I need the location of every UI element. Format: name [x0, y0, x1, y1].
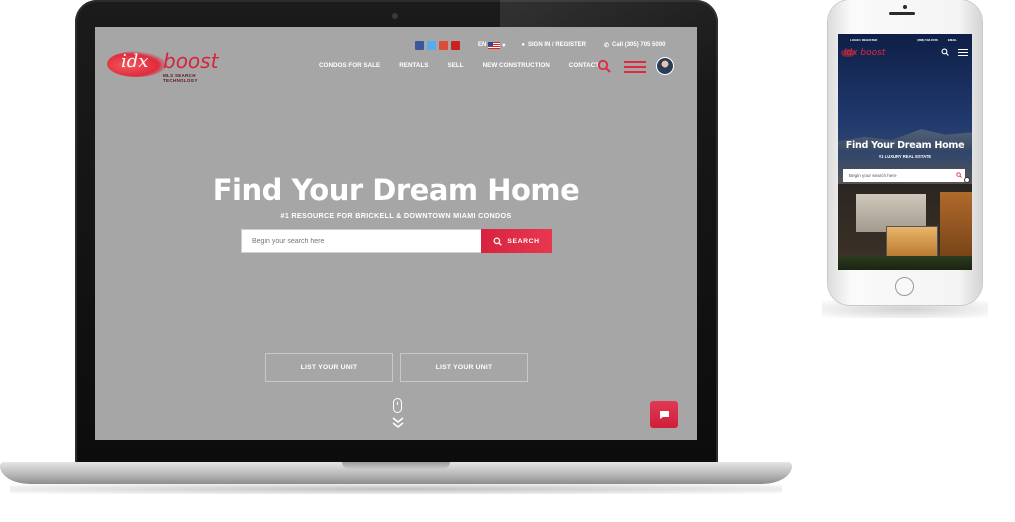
phone-label: Call (305) 705 5000 — [612, 42, 666, 48]
laptop-shadow — [10, 484, 782, 494]
us-flag-icon — [488, 41, 501, 49]
phone-icon: ✆ — [604, 42, 610, 49]
device-mockup-stage: idx boost MLS SEARCH TECHNOLOGY EN ▾ ● S… — [0, 0, 1015, 522]
nav-item-new-construction[interactable]: NEW CONSTRUCTION — [483, 62, 550, 69]
phone-link[interactable]: ✆ Call (305) 705 5000 — [604, 42, 665, 49]
search-icon — [956, 172, 962, 178]
nav-item-condos-for-sale[interactable]: CONDOS FOR SALE — [319, 62, 380, 69]
search-icon — [493, 237, 503, 246]
sign-in-label: SIGN IN / REGISTER — [527, 42, 586, 48]
menu-icon[interactable] — [624, 61, 646, 73]
scroll-mouse-icon — [393, 398, 402, 413]
nav-item-contact[interactable]: CONTACT — [569, 62, 599, 69]
search-input-wrapper — [241, 229, 482, 253]
laptop-notch — [342, 462, 450, 469]
mobile-email-link[interactable]: EMAIL — [948, 38, 957, 42]
phone-screen: LOGIN / REGISTER (888) 533.8738 EMAIL id… — [838, 34, 972, 270]
house-lawn — [838, 256, 972, 270]
chat-button[interactable] — [650, 401, 678, 428]
mobile-search-placeholder: Begin your search here — [849, 173, 897, 178]
top-utility-bar: EN ▾ ● SIGN IN / REGISTER ✆ Call (305) 7… — [415, 39, 665, 51]
hero-title: Find Your Dream Home — [212, 173, 580, 207]
list-your-unit-button[interactable]: LIST YOUR UNIT — [265, 353, 393, 382]
scroll-down-icon[interactable] — [391, 416, 405, 430]
chat-icon — [659, 410, 669, 419]
phone-speaker — [889, 12, 915, 15]
nav-item-rentals[interactable]: RENTALS — [399, 62, 428, 69]
logo-boost-text: boost — [163, 49, 219, 73]
agent-avatar[interactable] — [656, 57, 674, 75]
house-window — [886, 226, 938, 258]
facebook-icon[interactable] — [415, 40, 424, 50]
chevron-down-icon: ▾ — [502, 42, 506, 49]
search-input[interactable] — [242, 230, 481, 253]
user-icon: ● — [521, 42, 525, 48]
search-icon[interactable] — [597, 59, 611, 73]
site-logo[interactable]: idx boost MLS SEARCH TECHNOLOGY — [103, 47, 228, 83]
search-button-label: SEARCH — [507, 237, 540, 245]
laptop-screen: idx boost MLS SEARCH TECHNOLOGY EN ▾ ● S… — [95, 27, 697, 440]
nav-item-sell[interactable]: SELL — [448, 62, 464, 69]
house-wood-panel — [940, 192, 972, 256]
mobile-hero-title: Find Your Dream Home — [845, 140, 965, 151]
mobile-logo[interactable]: idx boost — [840, 48, 885, 58]
mobile-hero-subtitle: #1 LUXURY REAL ESTATE — [878, 154, 932, 159]
twitter-icon[interactable] — [427, 40, 436, 50]
main-nav: CONDOS FOR SALE RENTALS SELL NEW CONSTRU… — [319, 62, 618, 69]
logo-idx-text: idx — [121, 51, 149, 72]
mobile-phone-link[interactable]: (888) 533.8738 — [917, 38, 937, 42]
phone-home-button[interactable] — [895, 277, 914, 296]
phone-camera — [903, 5, 907, 9]
google-plus-icon[interactable] — [439, 40, 448, 50]
mobile-search-input[interactable]: Begin your search here — [843, 169, 965, 182]
language-selector[interactable]: EN ▾ — [478, 41, 506, 49]
language-label: EN — [478, 42, 487, 48]
search-button[interactable]: SEARCH — [481, 229, 552, 253]
mobile-search-icon[interactable] — [941, 48, 949, 56]
mobile-login-link[interactable]: LOGIN / REGISTER — [850, 38, 877, 42]
list-your-unit-button-secondary[interactable]: LIST YOUR UNIT — [400, 353, 528, 382]
social-links — [415, 40, 460, 50]
youtube-icon[interactable] — [451, 40, 460, 50]
mobile-top-bar: LOGIN / REGISTER (888) 533.8738 EMAIL — [838, 37, 972, 43]
sign-in-link[interactable]: ● SIGN IN / REGISTER — [521, 42, 586, 48]
mobile-menu-icon[interactable] — [958, 49, 968, 56]
hero-subtitle: #1 RESOURCE FOR BRICKELL & DOWNTOWN MIAM… — [280, 211, 512, 220]
logo-tagline: MLS SEARCH TECHNOLOGY — [163, 73, 198, 83]
gear-icon[interactable] — [964, 177, 970, 183]
laptop-camera — [392, 13, 398, 19]
